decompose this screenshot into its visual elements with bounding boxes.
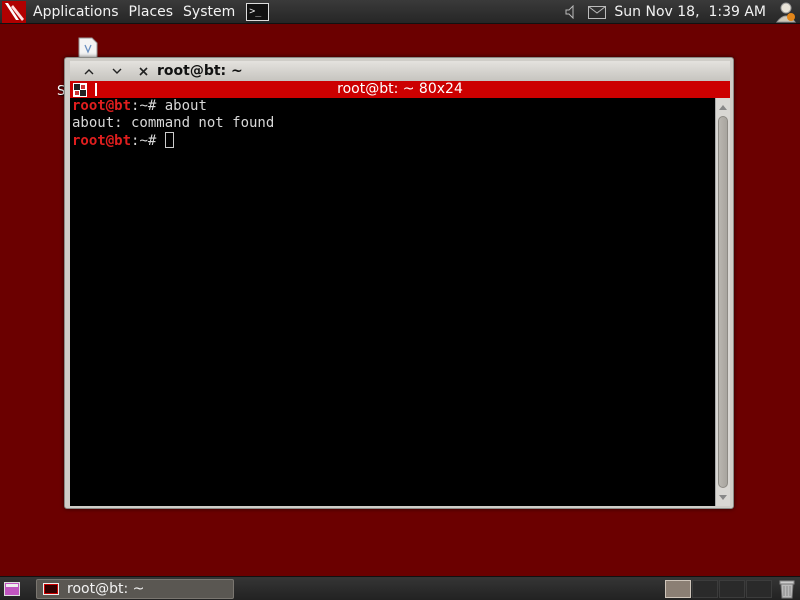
top-panel: Applications Places System >_ Sun Nov 18… bbox=[0, 0, 800, 24]
scroll-thumb[interactable] bbox=[718, 116, 728, 488]
scroll-up-button[interactable] bbox=[716, 100, 730, 114]
window-title: root@bt: ~ bbox=[157, 63, 243, 79]
workspace-3[interactable] bbox=[719, 580, 745, 598]
prompt-suffix: :~# bbox=[131, 98, 165, 114]
arrow-up-icon bbox=[719, 104, 727, 110]
scroll-down-button[interactable] bbox=[716, 490, 730, 504]
terminal-line: root@bt:~# about bbox=[70, 98, 715, 115]
show-desktop-icon[interactable] bbox=[4, 581, 20, 597]
close-icon bbox=[138, 66, 148, 76]
chevron-down-icon bbox=[112, 68, 122, 74]
command-text: about bbox=[164, 98, 207, 114]
prompt-user: root@bt bbox=[72, 133, 132, 149]
window-titlebar[interactable]: root@bt: ~ bbox=[70, 61, 730, 81]
output-text: about: command not found bbox=[72, 115, 275, 131]
minimize-button[interactable] bbox=[76, 61, 102, 81]
arrow-down-icon bbox=[719, 494, 727, 500]
desktop-script-icon[interactable] bbox=[78, 37, 98, 59]
clock[interactable]: Sun Nov 18, 1:39 AM bbox=[610, 4, 772, 20]
menu-places[interactable]: Places bbox=[124, 0, 179, 24]
chevron-up-icon bbox=[84, 68, 94, 74]
tab-title: root@bt: ~ 80x24 bbox=[337, 81, 463, 97]
terminal-line: about: command not found bbox=[70, 115, 715, 132]
trash-icon[interactable] bbox=[777, 579, 797, 599]
speaker-icon[interactable] bbox=[558, 0, 584, 24]
text-cursor bbox=[164, 132, 174, 148]
workspace-4[interactable] bbox=[746, 580, 772, 598]
backtrack-logo-icon[interactable] bbox=[0, 0, 28, 24]
terminal-tab[interactable]: root@bt: ~ 80x24 bbox=[70, 81, 730, 98]
prompt-suffix: :~# bbox=[131, 133, 165, 149]
user-icon[interactable] bbox=[772, 0, 800, 24]
prompt-user: root@bt bbox=[72, 98, 132, 114]
menu-applications[interactable]: Applications bbox=[28, 0, 124, 24]
terminal-screen[interactable]: root@bt:~# about about: command not foun… bbox=[70, 98, 715, 506]
close-button[interactable] bbox=[130, 61, 156, 81]
bottom-panel: root@bt: ~ bbox=[0, 576, 800, 600]
maximize-button[interactable] bbox=[104, 61, 130, 81]
menu-system[interactable]: System bbox=[178, 0, 240, 24]
terminal-launcher-icon[interactable]: >_ bbox=[246, 2, 270, 21]
workspace-2[interactable] bbox=[692, 580, 718, 598]
taskbar-terminal-button[interactable]: root@bt: ~ bbox=[36, 579, 234, 599]
terminal-line: root@bt:~# bbox=[70, 132, 715, 149]
taskbar-label: root@bt: ~ bbox=[67, 581, 145, 597]
top-panel-tray: Sun Nov 18, 1:39 AM bbox=[558, 0, 800, 24]
terminal-icon bbox=[43, 583, 59, 595]
workspace-1[interactable] bbox=[665, 580, 691, 598]
scrollbar[interactable] bbox=[715, 98, 730, 506]
mail-icon[interactable] bbox=[584, 0, 610, 24]
terminal-window: root@bt: ~ root@bt: ~ 80x24 root@bt:~# a… bbox=[64, 57, 734, 509]
